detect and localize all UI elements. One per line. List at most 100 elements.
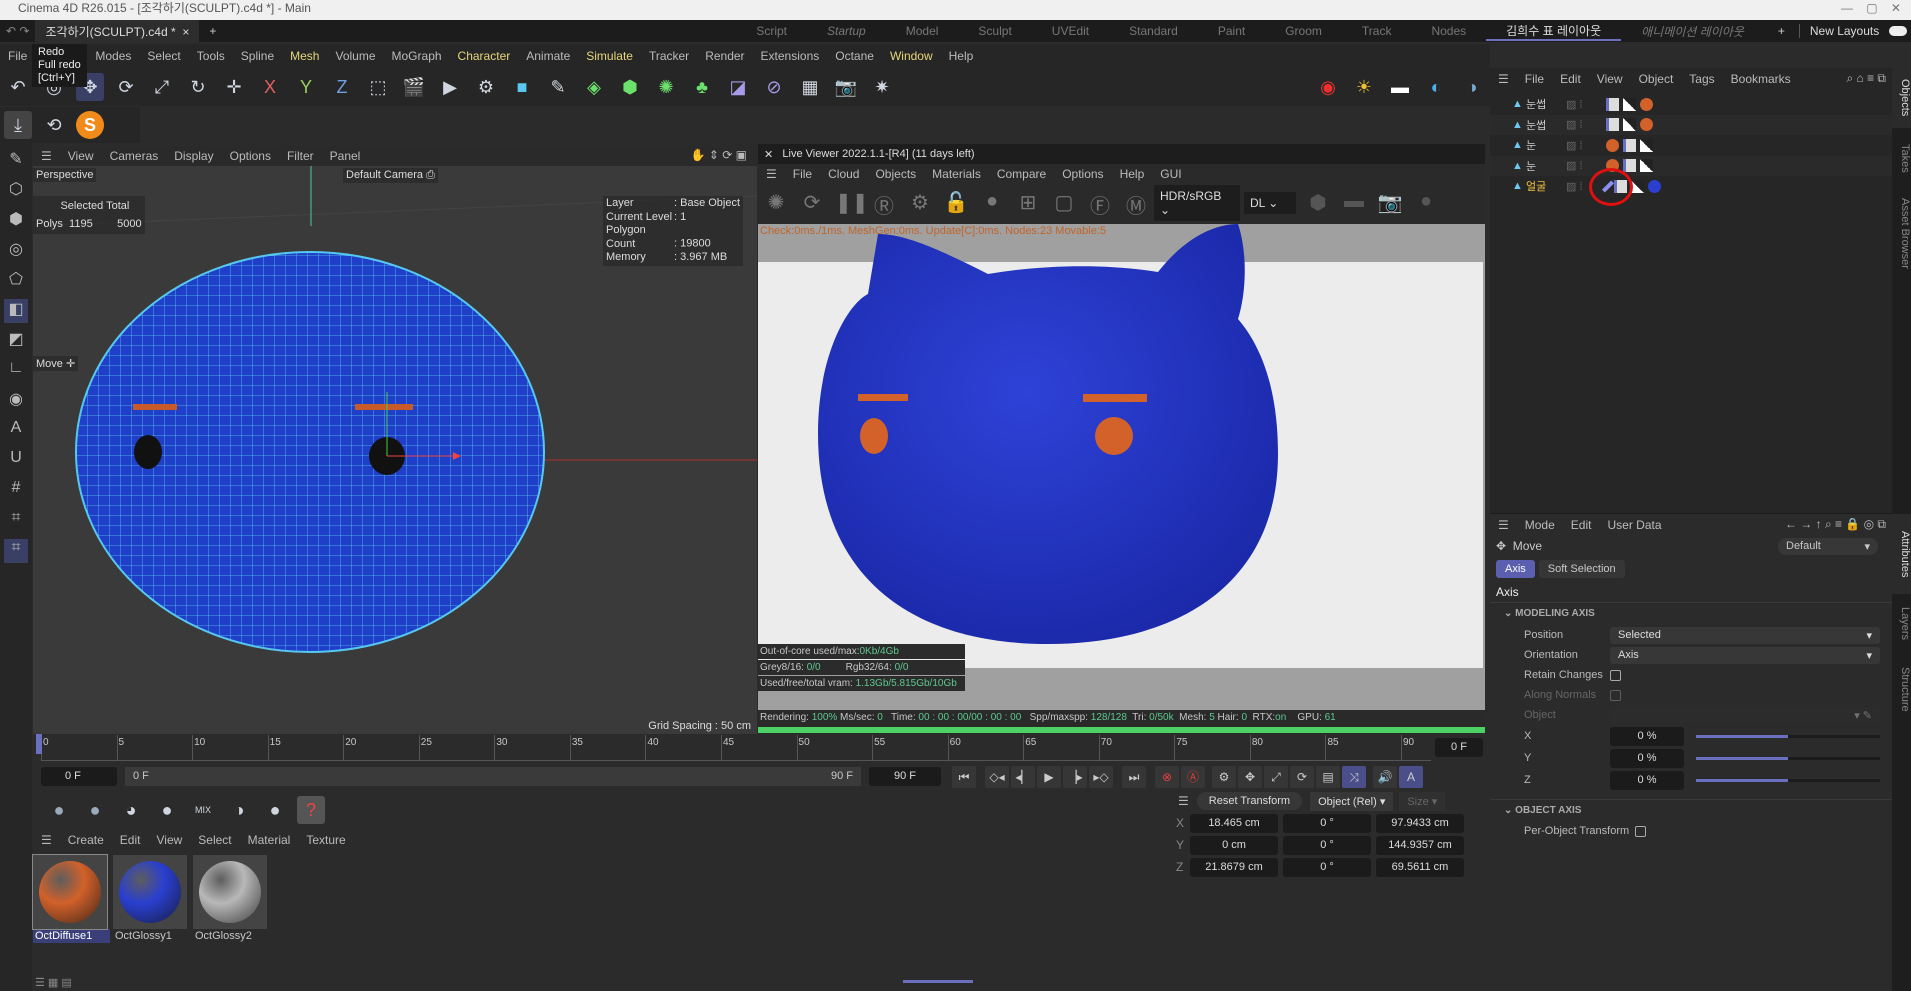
octane-fog-icon[interactable]: ◑ [1458, 73, 1486, 101]
menu-object[interactable]: Object [1631, 72, 1682, 86]
render-view-icon[interactable]: 🎬 [400, 73, 428, 101]
portal-material-icon[interactable]: ◑ [225, 796, 253, 824]
render-area[interactable]: Check:0ms./1ms. MeshGen:0ms. Update[C]:0… [758, 224, 1485, 710]
menu-file[interactable]: File [0, 49, 35, 63]
workplane-icon[interactable]: # [4, 479, 28, 503]
side-tab-takes[interactable]: Takes [1892, 128, 1911, 188]
x-axis-icon[interactable]: X [256, 73, 284, 101]
visibility-toggle[interactable]: ▨ ⁞ [1566, 98, 1596, 111]
object-row[interactable]: ▲ 얼굴 ▨ ⁞ [1490, 176, 1892, 197]
phong-tag-icon[interactable] [1606, 97, 1619, 111]
menu-octane[interactable]: Octane [827, 49, 882, 63]
menu-view[interactable]: View [1589, 72, 1631, 86]
menu-options[interactable]: Options [1054, 167, 1111, 181]
magnet-icon[interactable]: U [4, 449, 28, 473]
layout-tab[interactable]: 김희수 표 레이아웃 [1486, 22, 1622, 41]
menu-select[interactable]: Select [139, 49, 188, 63]
hamburger-icon[interactable]: ☰ [1490, 518, 1517, 532]
menu-animate[interactable]: Animate [518, 49, 578, 63]
coord-scale-field[interactable]: 97.9433 cm [1376, 813, 1464, 833]
cube-icon[interactable]: ■ [508, 73, 536, 101]
go-to-end-icon[interactable]: ⏭ [1122, 766, 1146, 788]
point-mode-icon[interactable]: ◎ [4, 239, 28, 263]
playhead[interactable] [36, 734, 42, 754]
clay-mode-icon[interactable]: ● [979, 190, 1005, 216]
rect-icon[interactable]: ▬ [1341, 190, 1367, 216]
side-tab-structure[interactable]: Structure [1892, 654, 1911, 724]
solo-icon[interactable]: ◉ [4, 389, 28, 413]
menu-view[interactable]: View [148, 833, 190, 847]
phong-tag-icon[interactable] [1623, 138, 1636, 152]
menu-gui[interactable]: GUI [1152, 167, 1189, 181]
object-row[interactable]: ▲ 눈 ▨ ⁞ [1490, 135, 1892, 156]
menu-tools[interactable]: Tools [189, 49, 233, 63]
coord-pos-field[interactable]: 21.8679 cm [1190, 857, 1278, 877]
menu-mode[interactable]: Mode [1517, 518, 1563, 532]
menu-edit[interactable]: Edit [1563, 518, 1600, 532]
layout-tab[interactable]: 애니메이션 레이아웃 [1621, 23, 1764, 40]
kernel-select[interactable]: DL ⌄ [1244, 192, 1296, 214]
material-tag-orange[interactable] [1640, 97, 1653, 111]
preset-select[interactable]: Default ▾ [1778, 537, 1878, 555]
axis-slider[interactable] [1696, 756, 1880, 760]
floor-icon[interactable]: ▦ [796, 73, 824, 101]
size-mode-select[interactable]: Size ▾ [1399, 791, 1446, 811]
menu-character[interactable]: Character [450, 49, 519, 63]
render-picture-viewer-icon[interactable]: ▶ [436, 73, 464, 101]
current-frame-field[interactable]: 0 F [1435, 738, 1483, 757]
layout-tab[interactable]: Script [736, 24, 807, 38]
viewport-nav-icons[interactable]: ✋ ⇕ ⟳ ▣ [691, 148, 747, 162]
deformer-icon[interactable]: ◪ [724, 73, 752, 101]
end-frame-field[interactable]: 90 F [869, 767, 941, 786]
circle-icon[interactable]: ● [1413, 190, 1439, 216]
menu-material[interactable]: Material [240, 833, 299, 847]
polygon-mode-icon[interactable]: ◧ [4, 299, 28, 323]
window-controls[interactable]: — ▢ ✕ [1841, 0, 1901, 16]
menu-window[interactable]: Window [882, 49, 941, 63]
new-layouts-toggle[interactable] [1889, 26, 1908, 36]
quantize-icon[interactable]: ⌗ [4, 539, 28, 563]
undo-button[interactable]: ↶ [4, 73, 32, 101]
add-icon[interactable]: ⊞ [1015, 190, 1041, 216]
colorspace-select[interactable]: HDR/sRGB ⌄ [1154, 185, 1240, 221]
mix-material-icon[interactable]: MIX [189, 796, 217, 824]
menu-view[interactable]: View [60, 149, 102, 163]
focus-picker-icon[interactable]: Ⓕ [1087, 190, 1113, 218]
menu-create[interactable]: Create [60, 833, 112, 847]
camera-label[interactable]: Default Camera ⎙ [343, 168, 438, 183]
model-mode-icon[interactable]: ⬡ [4, 179, 28, 203]
menu-file[interactable]: File [1517, 72, 1552, 86]
coord-rot-field[interactable]: 0 ° [1283, 813, 1371, 833]
menu-texture[interactable]: Texture [298, 833, 353, 847]
go-to-start-icon[interactable]: ⏮ [952, 766, 976, 788]
add-layout-button[interactable]: + [1764, 24, 1799, 38]
region-render-icon[interactable]: Ⓡ [871, 190, 897, 218]
side-tab-asset-browser[interactable]: Asset Browser [1892, 188, 1911, 278]
menu-file[interactable]: File [785, 167, 820, 181]
material-item[interactable]: OctGlossy1 [113, 855, 190, 943]
timeline-ruler[interactable]: 0 5 10 15 20 25 30 35 40 45 50 55 60 65 70 75 80 85 90 [41, 735, 1431, 761]
material-item[interactable]: OctDiffuse1 [32, 854, 110, 943]
object-link-field[interactable]: ▾ ✎ [1610, 706, 1880, 724]
sound-icon[interactable]: 🔊 [1373, 766, 1397, 788]
restart-icon[interactable]: ⟳ [799, 190, 825, 216]
menu-tags[interactable]: Tags [1681, 72, 1722, 86]
scale-tool-icon[interactable]: ⤢ [148, 73, 176, 101]
layout-tab[interactable]: Groom [1265, 24, 1342, 38]
position-select[interactable]: Selected ▾ [1610, 626, 1880, 644]
menu-modes[interactable]: Modes [87, 49, 139, 63]
octane-arealight-icon[interactable]: ▬ [1386, 73, 1414, 101]
rotate-tool-icon[interactable]: ⟳ [112, 73, 140, 101]
menu-objects[interactable]: Objects [867, 167, 924, 181]
uvw-tag-icon[interactable] [1640, 159, 1653, 173]
group-object-axis[interactable]: ⌄ OBJECT AXIS [1490, 799, 1892, 821]
next-key-icon[interactable]: ▸◇ [1089, 766, 1113, 788]
key-pos-icon[interactable]: ✥ [1238, 766, 1262, 788]
slider-value-field[interactable]: 0 % [1610, 748, 1684, 768]
diffuse-material-icon[interactable]: ● [45, 796, 73, 824]
send-scene-icon[interactable]: ✺ [763, 190, 789, 216]
reset-transform-button[interactable]: Reset Transform [1196, 792, 1303, 810]
octane-sun-icon[interactable]: ☀ [1350, 73, 1378, 101]
grid-snap-icon[interactable]: ⌗ [4, 509, 28, 533]
material-item[interactable]: OctGlossy2 [193, 855, 270, 943]
